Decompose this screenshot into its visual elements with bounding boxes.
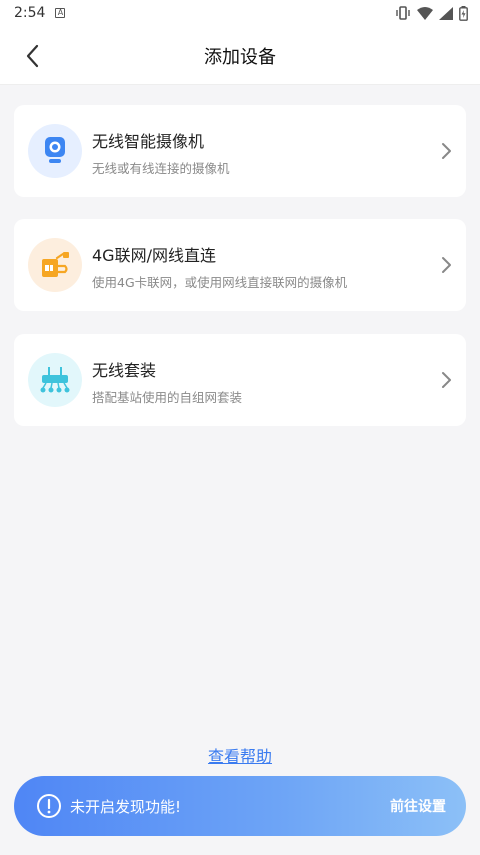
device-type-4g-ethernet[interactable]: 4G联网/网线直连 使用4G卡联网，或使用网线直接联网的摄像机 xyxy=(14,219,466,311)
card-description: 使用4G卡联网，或使用网线直接联网的摄像机 xyxy=(92,275,348,290)
card-description: 搭配基站使用的自组网套装 xyxy=(92,390,243,405)
card-title: 无线套装 xyxy=(92,361,157,380)
status-bar: 2:54 A xyxy=(0,0,480,26)
go-to-settings-button[interactable]: 前往设置 xyxy=(390,796,446,816)
status-icons xyxy=(395,5,468,21)
camera-icon-badge xyxy=(28,124,82,178)
card-title: 无线智能摄像机 xyxy=(92,132,205,151)
vibrate-icon xyxy=(396,6,410,20)
router-icon xyxy=(40,367,70,393)
device-type-wireless-camera[interactable]: 无线智能摄像机 无线或有线连接的摄像机 xyxy=(14,105,466,197)
chevron-right-icon xyxy=(442,257,451,273)
card-title: 4G联网/网线直连 xyxy=(92,246,216,265)
notification-a-icon: A xyxy=(55,8,66,18)
banner-message: 未开启发现功能! xyxy=(70,797,182,816)
card-description: 无线或有线连接的摄像机 xyxy=(92,161,230,176)
status-time: 2:54 xyxy=(14,5,46,21)
chevron-right-icon xyxy=(442,372,451,388)
chevron-right-icon xyxy=(442,143,451,159)
nav-bar: 添加设备 xyxy=(0,26,480,85)
sim-card-icon xyxy=(42,252,69,277)
wifi-icon xyxy=(417,6,433,20)
alert-circle-icon xyxy=(37,794,61,818)
router-icon-badge xyxy=(28,353,82,407)
sim-card-icon-badge xyxy=(28,238,82,292)
battery-icon xyxy=(459,5,468,21)
discovery-banner: 未开启发现功能! 前往设置 xyxy=(14,776,466,836)
page-title: 添加设备 xyxy=(204,47,276,68)
device-type-wireless-kit[interactable]: 无线套装 搭配基站使用的自组网套装 xyxy=(14,334,466,426)
signal-icon xyxy=(439,6,453,20)
help-link[interactable]: 查看帮助 xyxy=(0,743,480,767)
camera-icon xyxy=(45,137,65,163)
